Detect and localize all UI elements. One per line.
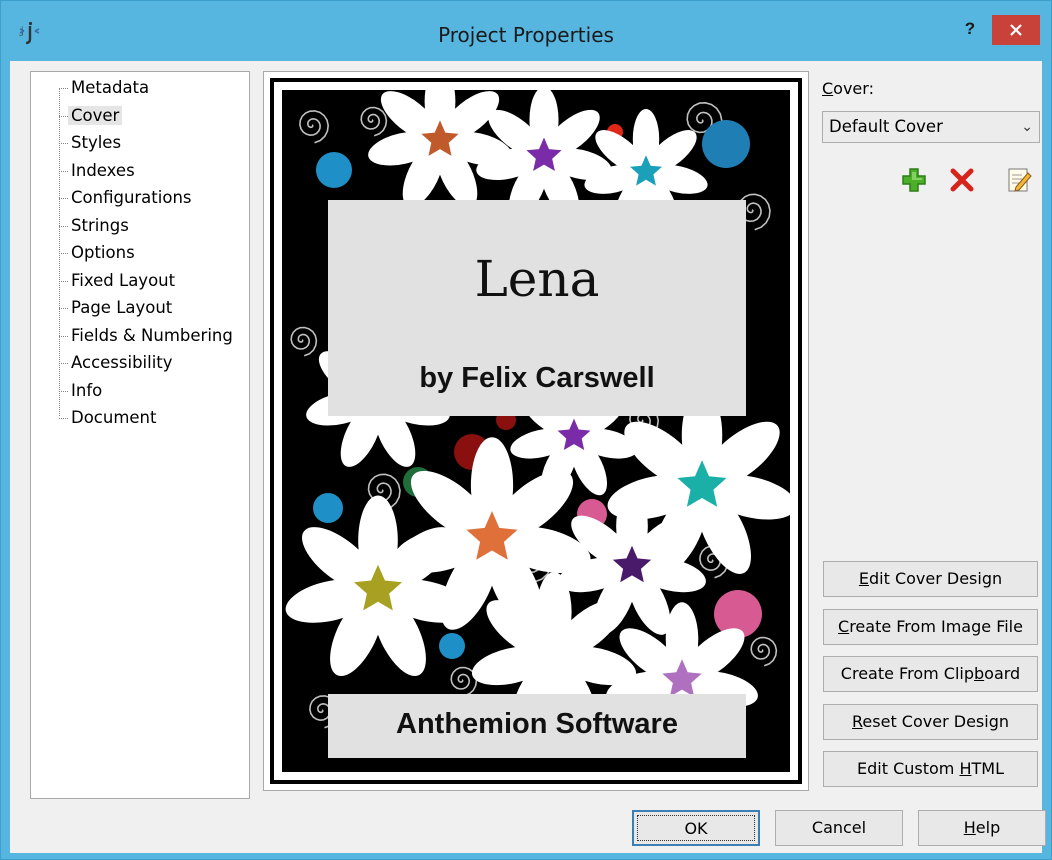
- tree-item-label: Styles: [71, 133, 122, 152]
- floral-pattern-image: [285, 90, 790, 751]
- side-button[interactable]: Create From Clipboard: [823, 656, 1038, 692]
- tree-item[interactable]: Strings: [59, 214, 133, 238]
- book-title: Lena: [474, 250, 600, 308]
- cover-publisher-box: Anthemion Software: [328, 694, 746, 758]
- delete-cover-button[interactable]: [947, 165, 977, 195]
- tree-item[interactable]: Document: [59, 406, 160, 430]
- side-button[interactable]: Edit Cover Design: [823, 561, 1038, 597]
- tree-item[interactable]: Metadata: [59, 76, 153, 100]
- tree-item[interactable]: Fields & Numbering: [59, 324, 237, 348]
- edit-icon: [1008, 168, 1032, 192]
- help-button[interactable]: Help: [918, 810, 1046, 846]
- tree-item[interactable]: Options: [59, 241, 139, 265]
- close-icon: [1010, 24, 1022, 36]
- tree-item-label: Metadata: [71, 78, 150, 97]
- tree-item-label: Info: [71, 380, 103, 400]
- cover-label: Cover:: [822, 79, 874, 98]
- publisher-name: Anthemion Software: [396, 708, 678, 740]
- tree-item-label: Cover: [68, 105, 123, 125]
- tree-item-label: Fields & Numbering: [71, 325, 233, 345]
- tree-item[interactable]: Accessibility: [59, 351, 177, 375]
- tree-item-label: Fixed Layout: [71, 270, 176, 290]
- side-button[interactable]: Create From Image File: [823, 609, 1038, 645]
- cover-border: Lena by Felix Carswell Anthemion Softwar…: [270, 78, 802, 784]
- window-title: Project Properties: [438, 23, 614, 47]
- dialog-window: ʲ Project Properties ? Metadata Cover Styl…: [0, 0, 1052, 860]
- dialog-client-area: Metadata Cover Styles Indexes Configurations…: [10, 61, 1046, 853]
- title-bar[interactable]: ʲ Project Properties ?: [1, 1, 1051, 61]
- side-button[interactable]: Reset Cover Design: [823, 704, 1038, 740]
- tree-item-label: Document: [71, 408, 157, 427]
- tree-item[interactable]: Page Layout: [59, 296, 176, 320]
- cover-dropdown-value: Default Cover: [829, 117, 943, 136]
- book-author: by Felix Carswell: [419, 362, 655, 394]
- delete-icon: [950, 168, 974, 192]
- tree-item[interactable]: Cover: [59, 104, 126, 128]
- tree-item-label: Configurations: [71, 188, 192, 207]
- tree-item-label: Accessibility: [71, 353, 173, 372]
- cancel-button[interactable]: Cancel: [775, 810, 903, 846]
- close-button[interactable]: [992, 15, 1040, 45]
- help-question-button[interactable]: ?: [955, 15, 985, 43]
- settings-tree[interactable]: Metadata Cover Styles Indexes Configurations…: [30, 71, 250, 799]
- tree-item[interactable]: Info: [59, 379, 106, 403]
- cover-artwork: Lena by Felix Carswell Anthemion Softwar…: [282, 90, 790, 772]
- side-button[interactable]: Edit Custom HTML: [823, 751, 1038, 787]
- add-icon: [902, 168, 926, 192]
- tree-item-label: Strings: [71, 215, 129, 235]
- tree-item[interactable]: Fixed Layout: [59, 269, 179, 293]
- cover-preview: Lena by Felix Carswell Anthemion Softwar…: [263, 71, 809, 791]
- chevron-down-icon: ⌄: [1021, 119, 1033, 135]
- add-cover-button[interactable]: [899, 165, 929, 195]
- tree-item-label: Indexes: [71, 160, 135, 180]
- cover-dropdown[interactable]: Default Cover ⌄: [822, 111, 1040, 143]
- tree-item[interactable]: Styles: [59, 131, 125, 155]
- tree-item[interactable]: Indexes: [59, 159, 139, 183]
- tree-item-label: Options: [71, 243, 135, 262]
- edit-cover-button[interactable]: [1004, 165, 1034, 195]
- tree-item-label: Page Layout: [71, 298, 173, 317]
- cover-title-box: Lena by Felix Carswell: [328, 200, 746, 416]
- ok-button[interactable]: OK: [632, 810, 760, 846]
- tree-item[interactable]: Configurations: [59, 186, 196, 210]
